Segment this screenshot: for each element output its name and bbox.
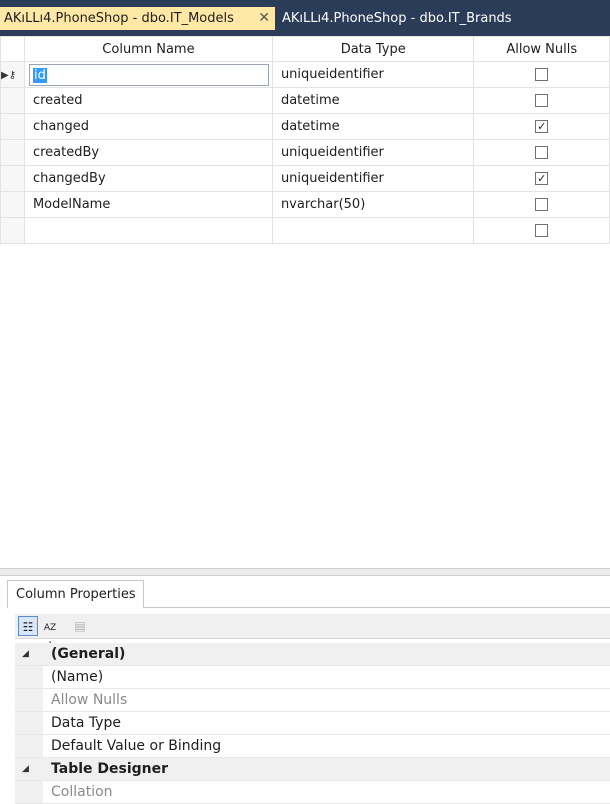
allow-nulls-cell [473, 217, 610, 244]
collapse-triangle-icon[interactable]: ◢ [22, 758, 29, 781]
alphabetical-icon[interactable]: AZ↓ [40, 616, 60, 654]
property-default-value[interactable]: Default Value or Binding [15, 735, 610, 758]
table-row[interactable]: changedBy uniqueidentifier ✓ [0, 165, 610, 192]
row-selector[interactable] [0, 217, 25, 244]
primary-key-icon: ▶⚷ [1, 70, 17, 81]
category-table-designer[interactable]: ◢ Table Designer [15, 758, 610, 781]
grid-header-row: Column Name Data Type Allow Nulls [0, 36, 610, 62]
table-row[interactable]: changed datetime ✓ [0, 113, 610, 140]
data-type-cell[interactable]: uniqueidentifier [271, 165, 475, 192]
tab-label: AKıLLı4.PhoneShop - dbo.IT_Models [4, 11, 234, 26]
data-type-cell[interactable]: datetime [271, 113, 475, 140]
row-selector-header [0, 36, 25, 62]
column-properties-pane: Column Properties ☷ AZ↓ ▤ ◢(General) (Na… [7, 578, 610, 804]
allow-nulls-checkbox[interactable] [535, 94, 549, 107]
allow-nulls-cell: ✓ [473, 165, 610, 192]
tab-it-models[interactable]: AKıLLı4.PhoneShop - dbo.IT_Models ✕ [0, 7, 275, 30]
category-general[interactable]: ◢ (General) [15, 643, 610, 666]
data-type-cell[interactable]: uniqueidentifier [271, 139, 475, 166]
allow-nulls-cell [473, 61, 610, 88]
column-name-input[interactable]: id [28, 63, 269, 86]
column-name-header: Column Name [23, 36, 273, 62]
row-selector[interactable] [0, 165, 25, 192]
row-selector[interactable] [0, 87, 25, 114]
property-name[interactable]: (Name) [15, 666, 610, 689]
data-type-header: Data Type [271, 36, 475, 62]
table-row[interactable]: created datetime [0, 87, 610, 114]
column-grid: Column Name Data Type Allow Nulls ▶⚷ id … [0, 36, 610, 244]
data-type-cell[interactable] [271, 217, 475, 244]
close-icon[interactable]: ✕ [258, 7, 270, 30]
column-name-cell[interactable] [23, 217, 273, 244]
allow-nulls-checkbox[interactable] [535, 68, 549, 81]
row-selector[interactable] [0, 191, 25, 218]
tab-divider [144, 607, 610, 608]
property-pages-icon[interactable]: ▤ [70, 616, 90, 636]
allow-nulls-checkbox[interactable] [535, 146, 549, 159]
allow-nulls-cell [473, 139, 610, 166]
allow-nulls-checkbox[interactable] [535, 198, 549, 211]
property-collation[interactable]: Collation [15, 781, 610, 804]
new-column-row[interactable] [0, 217, 610, 244]
property-allow-nulls[interactable]: Allow Nulls [15, 689, 610, 712]
data-type-cell[interactable]: uniqueidentifier [271, 61, 475, 88]
row-selector[interactable]: ▶⚷ [0, 61, 25, 88]
allow-nulls-checkbox[interactable]: ✓ [535, 172, 549, 185]
row-selector[interactable] [0, 139, 25, 166]
column-name-cell[interactable]: createdBy [23, 139, 273, 166]
allow-nulls-header: Allow Nulls [473, 36, 610, 62]
table-row[interactable]: ▶⚷ id uniqueidentifier [0, 61, 610, 88]
row-selector[interactable] [0, 113, 25, 140]
column-name-cell[interactable]: ModelName [23, 191, 273, 218]
document-tab-strip: AKıLLı4.PhoneShop - dbo.IT_Models ✕ AKıL… [0, 0, 610, 36]
allow-nulls-cell [473, 87, 610, 114]
tab-label: AKıLLı4.PhoneShop - dbo.IT_Brands [282, 11, 512, 26]
property-data-type[interactable]: Data Type [15, 712, 610, 735]
tab-column-properties[interactable]: Column Properties [7, 580, 144, 608]
allow-nulls-checkbox[interactable]: ✓ [535, 120, 549, 133]
tab-it-brands[interactable]: AKıLLı4.PhoneShop - dbo.IT_Brands [278, 7, 610, 30]
column-name-cell[interactable]: changed [23, 113, 273, 140]
categorized-icon[interactable]: ☷ [18, 616, 38, 636]
column-name-cell[interactable]: id [23, 61, 273, 88]
allow-nulls-cell: ✓ [473, 113, 610, 140]
allow-nulls-checkbox[interactable] [535, 224, 549, 237]
table-row[interactable]: ModelName nvarchar(50) [0, 191, 610, 218]
data-type-cell[interactable]: nvarchar(50) [271, 191, 475, 218]
properties-toolbar: ☷ AZ↓ ▤ [15, 614, 610, 654]
column-name-cell[interactable]: changedBy [23, 165, 273, 192]
data-type-cell[interactable]: datetime [271, 87, 475, 114]
selected-text: id [32, 67, 47, 83]
pane-splitter[interactable] [0, 568, 610, 576]
table-row[interactable]: createdBy uniqueidentifier [0, 139, 610, 166]
column-name-cell[interactable]: created [23, 87, 273, 114]
collapse-triangle-icon[interactable]: ◢ [22, 643, 29, 666]
allow-nulls-cell [473, 191, 610, 218]
